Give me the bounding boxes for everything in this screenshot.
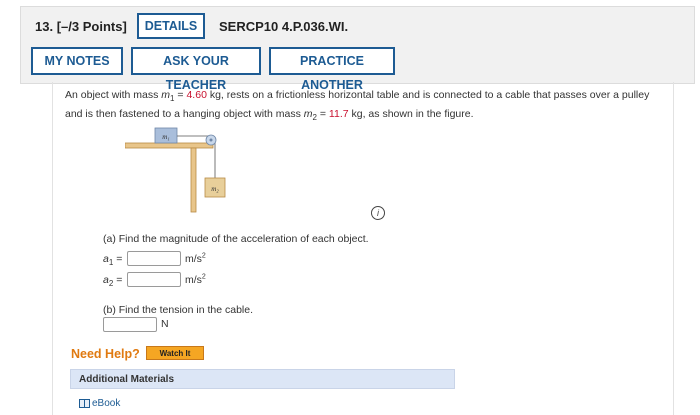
a1-label: a1 =: [103, 252, 123, 267]
tension-input[interactable]: [103, 316, 157, 332]
problem-statement: An object with mass m1 = 4.60 kg, rests …: [65, 89, 650, 122]
part-a-prompt: (a) Find the magnitude of the accelerati…: [103, 233, 369, 245]
a2-label: a2 =: [103, 273, 123, 288]
problem-code: SERCP10 4.P.036.WI.: [219, 19, 349, 34]
a1-row: a1 = m/s2: [103, 247, 206, 267]
details-button[interactable]: DETAILS: [137, 13, 205, 39]
a2-row: a2 = m/s2: [103, 268, 206, 288]
m1-value: 4.60: [186, 89, 207, 101]
ask-your-teacher-button[interactable]: ASK YOUR TEACHER: [131, 47, 261, 92]
question-header: 13. [–/3 Points] DETAILS SERCP10 4.P.036…: [20, 6, 695, 92]
a1-unit: m/s2: [185, 252, 206, 265]
pulley-figure: m₁ m₂: [125, 127, 226, 213]
watch-it-button[interactable]: Watch It: [146, 346, 204, 360]
additional-materials-header: Additional Materials: [70, 369, 455, 389]
question-content: An object with mass m1 = 4.60 kg, rests …: [52, 82, 674, 415]
practice-another-button[interactable]: PRACTICE ANOTHER: [269, 47, 395, 92]
info-icon[interactable]: i: [371, 206, 385, 220]
tension-row: N: [103, 316, 169, 333]
tension-unit: N: [161, 318, 169, 330]
a2-unit: m/s2: [185, 273, 206, 286]
book-icon: [79, 398, 90, 408]
ebook-label: eBook: [92, 398, 121, 409]
points-label: [–/3 Points]: [56, 19, 127, 34]
question-number: 13. [–/3 Points]: [35, 19, 127, 34]
a2-input[interactable]: [127, 272, 181, 288]
m1-figure-label: m₁: [162, 133, 170, 141]
m2-value: 11.7: [328, 108, 349, 120]
my-notes-button[interactable]: MY NOTES: [31, 47, 123, 75]
a1-input[interactable]: [127, 251, 181, 267]
need-help-label: Need Help?: [71, 347, 140, 361]
ebook-link[interactable]: eBook: [79, 398, 120, 409]
part-b-prompt: (b) Find the tension in the cable.: [103, 304, 254, 316]
m2-figure-label: m₂: [211, 185, 219, 193]
